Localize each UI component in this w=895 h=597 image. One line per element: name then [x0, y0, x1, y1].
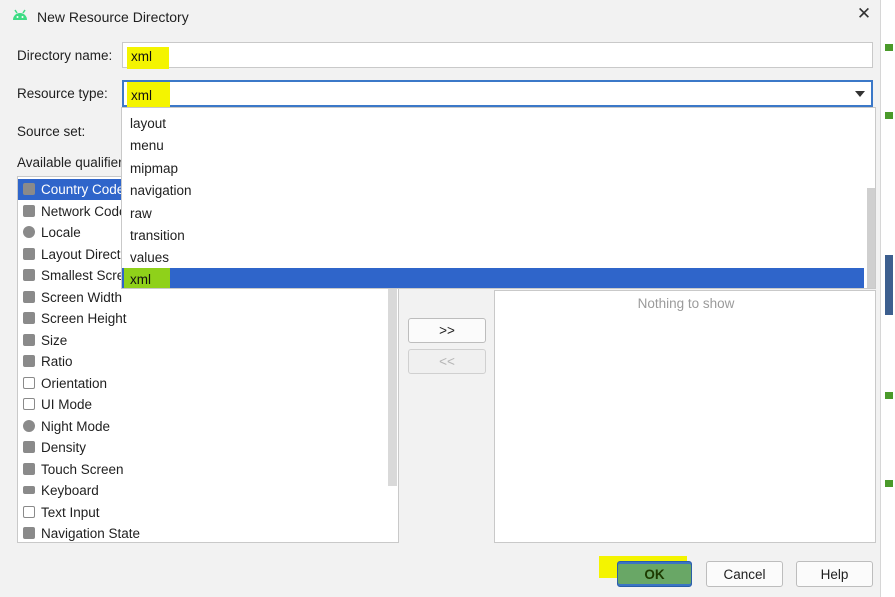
close-icon[interactable]: ✕: [855, 5, 873, 23]
option-mipmap[interactable]: mipmap: [122, 157, 864, 179]
list-item-screen-height[interactable]: Screen Height: [18, 308, 388, 329]
cancel-button[interactable]: Cancel: [706, 561, 783, 587]
title-bar: New Resource Directory ✕: [0, 0, 880, 34]
resource-type-value: xml: [131, 88, 152, 103]
option-layout[interactable]: layout: [122, 112, 864, 134]
edge-marker: [885, 480, 893, 487]
edge-marker: [885, 255, 893, 315]
keyboard-icon: [23, 486, 35, 494]
navigation-state-icon: [23, 527, 35, 539]
list-item-density[interactable]: Density: [18, 437, 388, 458]
source-set-label: Source set:: [17, 124, 86, 139]
option-menu[interactable]: menu: [122, 134, 864, 156]
help-button[interactable]: Help: [796, 561, 873, 587]
directory-name-value: xml: [131, 49, 152, 64]
chosen-qualifiers-panel[interactable]: Nothing to show: [494, 290, 876, 543]
empty-state-text: Nothing to show: [637, 296, 735, 311]
list-item-keyboard[interactable]: Keyboard: [18, 480, 388, 501]
option-transition[interactable]: transition: [122, 224, 864, 246]
edge-marker: [885, 392, 893, 399]
density-icon: [23, 441, 35, 453]
list-item-orientation[interactable]: Orientation: [18, 373, 388, 394]
night-mode-icon: [23, 420, 35, 432]
dialog-title: New Resource Directory: [37, 9, 189, 25]
orientation-icon: [23, 377, 35, 389]
ok-button[interactable]: OK: [617, 561, 692, 587]
option-raw[interactable]: raw: [122, 202, 864, 224]
screen-height-icon: [23, 312, 35, 324]
list-item-navigation-state[interactable]: Navigation State: [18, 523, 388, 542]
option-values[interactable]: values: [122, 246, 864, 268]
add-qualifier-button[interactable]: >>: [408, 318, 486, 343]
directory-name-field[interactable]: xml: [122, 42, 873, 69]
ratio-icon: [23, 355, 35, 367]
list-item-touch-screen[interactable]: Touch Screen: [18, 459, 388, 480]
network-code-icon: [23, 205, 35, 217]
directory-name-label: Directory name:: [17, 48, 113, 63]
list-item-screen-width[interactable]: Screen Width: [18, 287, 388, 308]
edge-marker: [885, 112, 893, 119]
resource-type-combo[interactable]: xml: [122, 80, 873, 107]
option-xml[interactable]: xml: [122, 268, 864, 288]
smallest-screen-icon: [23, 269, 35, 281]
country-code-icon: [23, 183, 35, 195]
option-navigation[interactable]: navigation: [122, 179, 864, 201]
edge-marker: [885, 44, 893, 51]
list-item-night-mode[interactable]: Night Mode: [18, 416, 388, 437]
android-icon: [13, 9, 27, 20]
list-item-ratio[interactable]: Ratio: [18, 351, 388, 372]
available-qualifiers-label: Available qualifier: [17, 155, 123, 170]
resource-type-label: Resource type:: [17, 86, 108, 101]
list-item-size[interactable]: Size: [18, 330, 388, 351]
list-item-ui-mode[interactable]: UI Mode: [18, 394, 388, 415]
remove-qualifier-button[interactable]: <<: [408, 349, 486, 374]
globe-icon: [23, 226, 35, 238]
list-item-text-input[interactable]: Text Input: [18, 502, 388, 523]
screen-width-icon: [23, 291, 35, 303]
new-resource-directory-dialog: New Resource Directory ✕ Directory name:…: [0, 0, 880, 597]
ok-label: OK: [644, 567, 665, 582]
dropdown-scrollbar[interactable]: [867, 188, 875, 288]
touch-screen-icon: [23, 463, 35, 475]
resource-type-dropdown[interactable]: layout menu mipmap navigation raw transi…: [121, 107, 876, 289]
size-icon: [23, 334, 35, 346]
ui-mode-icon: [23, 398, 35, 410]
chevron-down-icon[interactable]: [855, 91, 865, 97]
background-window-edge: [880, 0, 895, 597]
text-input-icon: [23, 506, 35, 518]
layout-direction-icon: [23, 248, 35, 260]
